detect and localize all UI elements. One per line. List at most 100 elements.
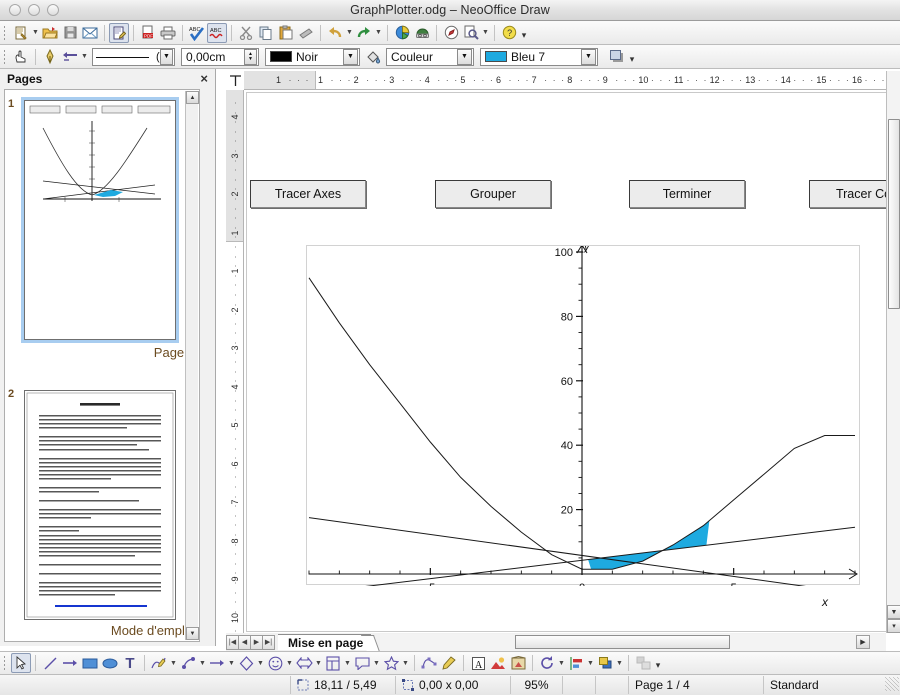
email-document-icon[interactable] bbox=[80, 23, 100, 43]
fill-type-select[interactable]: Couleur ▼ bbox=[386, 48, 474, 66]
new-document-icon[interactable] bbox=[11, 23, 31, 43]
horizontal-ruler[interactable]: 1···1···2···3···4···5···6···7···8···9···… bbox=[226, 71, 886, 90]
drawing-canvas[interactable]: Tracer Axes Grouper Terminer Tracer Cou … bbox=[244, 90, 886, 633]
page-thumbnail-1[interactable] bbox=[24, 100, 176, 340]
paste-icon[interactable] bbox=[276, 23, 296, 43]
rectangle-tool-icon[interactable] bbox=[80, 653, 100, 673]
toolbar-grip[interactable] bbox=[2, 48, 9, 66]
glue-points-tool-icon[interactable] bbox=[439, 653, 459, 673]
chevron-down-icon[interactable]: ▼ bbox=[345, 23, 354, 43]
flowchart-tool-icon[interactable] bbox=[323, 653, 343, 673]
curve-tool-icon[interactable] bbox=[149, 653, 169, 673]
resize-grip-icon[interactable] bbox=[885, 677, 899, 691]
arrange-tool-icon[interactable] bbox=[595, 653, 615, 673]
vertical-ruler[interactable]: 4321123456789101112·····················… bbox=[226, 90, 244, 633]
gallery-icon[interactable] bbox=[412, 23, 432, 43]
redo-icon[interactable] bbox=[354, 23, 374, 43]
print-document-icon[interactable] bbox=[158, 23, 178, 43]
close-icon[interactable]: × bbox=[197, 71, 211, 86]
chevron-down-icon[interactable]: ▼ bbox=[343, 653, 352, 673]
page-thumbnail-2[interactable] bbox=[24, 390, 176, 620]
chevron-down-icon[interactable]: ▼ bbox=[160, 49, 173, 65]
text-tool-icon[interactable]: T bbox=[120, 653, 140, 673]
clone-formatting-icon[interactable] bbox=[296, 23, 316, 43]
chevron-down-icon[interactable]: ▼ bbox=[615, 653, 624, 673]
last-page-button[interactable]: ▶| bbox=[262, 635, 275, 650]
pages-list[interactable]: 1 bbox=[4, 89, 200, 642]
copy-icon[interactable] bbox=[256, 23, 276, 43]
cut-icon[interactable] bbox=[236, 23, 256, 43]
chevron-down-icon[interactable]: ▼ bbox=[481, 23, 490, 43]
list-item[interactable]: 2 bbox=[5, 384, 200, 642]
line-style-pen-icon[interactable] bbox=[40, 47, 60, 67]
chevron-down-icon[interactable]: ▼ bbox=[169, 653, 178, 673]
chevron-down-icon[interactable]: ▼ bbox=[227, 653, 236, 673]
scroll-down-page-icon[interactable]: ▾ bbox=[887, 619, 900, 633]
chevron-down-icon[interactable]: ▼ bbox=[285, 653, 294, 673]
fontwork-tool-icon[interactable]: A bbox=[468, 653, 488, 673]
selection-pointer-icon[interactable] bbox=[11, 47, 31, 67]
chevron-down-icon[interactable]: ▼ bbox=[401, 653, 410, 673]
arrow-tool-icon[interactable] bbox=[60, 653, 80, 673]
basic-shapes-tool-icon[interactable] bbox=[236, 653, 256, 673]
callout-tool-icon[interactable] bbox=[352, 653, 372, 673]
points-tool-icon[interactable] bbox=[419, 653, 439, 673]
open-document-icon[interactable] bbox=[40, 23, 60, 43]
line-width-spinner[interactable]: 0,00cm ▲▼ bbox=[181, 48, 259, 66]
terminer-button[interactable]: Terminer bbox=[629, 180, 745, 208]
pages-scrollbar[interactable]: ▲ ▼ bbox=[185, 91, 198, 640]
select-tool-icon[interactable] bbox=[11, 653, 31, 673]
chevron-down-icon[interactable]: ▼ bbox=[31, 23, 40, 43]
spellcheck-icon[interactable]: ABC bbox=[187, 23, 207, 43]
scroll-down-icon[interactable]: ▼ bbox=[887, 605, 900, 619]
zoom-level-cell[interactable]: 95% bbox=[510, 676, 562, 694]
grouper-button[interactable]: Grouper bbox=[435, 180, 551, 208]
ellipse-tool-icon[interactable] bbox=[100, 653, 120, 673]
graph-plot-area[interactable]: 20406080100y-505 bbox=[306, 245, 860, 585]
arrow-style-icon[interactable] bbox=[60, 47, 80, 67]
stars-tool-icon[interactable] bbox=[381, 653, 401, 673]
toolbar-grip[interactable] bbox=[2, 654, 9, 672]
chevron-down-icon[interactable]: ▼ bbox=[343, 49, 358, 65]
spinner-arrows-icon[interactable]: ▲▼ bbox=[244, 49, 257, 65]
hyperlink-icon[interactable] bbox=[441, 23, 461, 43]
chevron-down-icon[interactable]: ▼ bbox=[198, 653, 207, 673]
chevron-down-icon[interactable]: ▼ bbox=[314, 653, 323, 673]
toolbar-grip[interactable] bbox=[2, 24, 9, 42]
canvas-horizontal-scrollbar[interactable]: ▶ bbox=[380, 634, 886, 651]
tracer-axes-button[interactable]: Tracer Axes bbox=[250, 180, 366, 208]
chevron-down-icon[interactable]: ▼ bbox=[372, 653, 381, 673]
toolbar-overflow-icon[interactable]: ▾ bbox=[653, 653, 663, 673]
scroll-down-icon[interactable]: ▼ bbox=[186, 627, 199, 640]
chevron-down-icon[interactable]: ▼ bbox=[581, 49, 596, 65]
autospellcheck-icon[interactable]: ABC bbox=[207, 23, 227, 43]
ruler-origin-icon[interactable] bbox=[226, 71, 244, 90]
align-tool-icon[interactable] bbox=[566, 653, 586, 673]
tracer-courbe-button[interactable]: Tracer Cou bbox=[809, 180, 886, 208]
connector-tool-icon[interactable] bbox=[178, 653, 198, 673]
toolbar-overflow-icon[interactable]: ▾ bbox=[519, 23, 529, 43]
undo-icon[interactable] bbox=[325, 23, 345, 43]
distribute-tool-icon[interactable] bbox=[633, 653, 653, 673]
scroll-right-icon[interactable]: ▶ bbox=[856, 635, 870, 649]
chart-icon[interactable] bbox=[392, 23, 412, 43]
chevron-down-icon[interactable]: ▼ bbox=[586, 653, 595, 673]
edit-file-icon[interactable] bbox=[109, 23, 129, 43]
block-arrows-tool-icon[interactable] bbox=[294, 653, 314, 673]
chevron-down-icon[interactable]: ▼ bbox=[374, 23, 383, 43]
chevron-down-icon[interactable]: ▼ bbox=[256, 653, 265, 673]
help-icon[interactable]: ? bbox=[499, 23, 519, 43]
scrollbar-thumb[interactable] bbox=[515, 635, 730, 649]
toolbar-overflow-icon[interactable]: ▾ bbox=[627, 47, 637, 67]
scroll-up-icon[interactable]: ▲ bbox=[186, 91, 199, 104]
scrollbar-thumb[interactable] bbox=[888, 119, 900, 309]
chevron-down-icon[interactable]: ▼ bbox=[80, 47, 89, 67]
fill-color-select[interactable]: Bleu 7 ▼ bbox=[480, 48, 598, 66]
save-document-icon[interactable] bbox=[60, 23, 80, 43]
rotate-tool-icon[interactable] bbox=[537, 653, 557, 673]
symbol-shapes-tool-icon[interactable] bbox=[265, 653, 285, 673]
lines-arrows-tool-icon[interactable] bbox=[207, 653, 227, 673]
list-item[interactable]: 1 bbox=[5, 94, 200, 374]
zoom-icon[interactable] bbox=[461, 23, 481, 43]
chevron-down-icon[interactable]: ▼ bbox=[457, 49, 472, 65]
